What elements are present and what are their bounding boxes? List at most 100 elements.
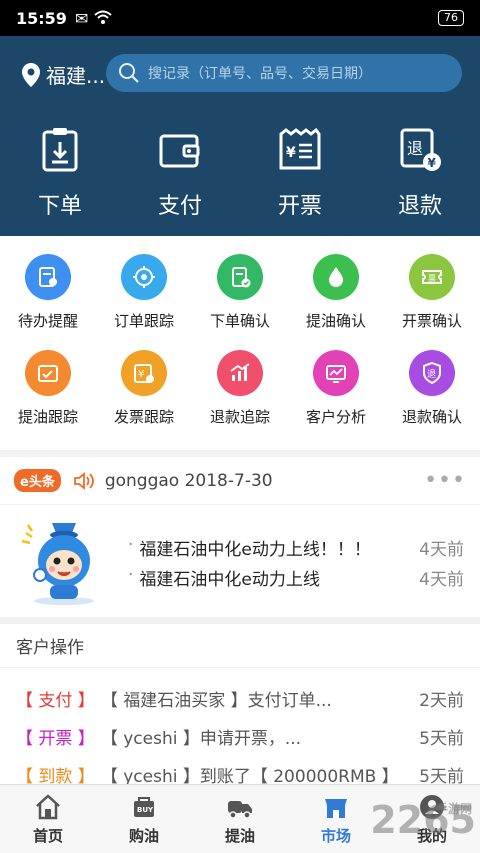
grid-item-refund-confirm[interactable]: 退 退款确认	[384, 350, 480, 427]
status-time: 15:59	[16, 8, 67, 28]
refund-confirm-icon: 退	[409, 350, 455, 396]
news-title: 福建石油中化e动力上线！！！	[139, 540, 371, 560]
grid-label: 退款追踪	[209, 408, 270, 426]
tab-pickup-oil[interactable]: 提油	[192, 785, 288, 853]
news-title: 福建石油中化e动力上线	[139, 570, 320, 590]
news-header: e头条 gonggao 2018-7-30 •••	[0, 457, 480, 505]
op-item[interactable]: 【 开票 】 【 yceshi 】申请开票，... 5天前	[16, 724, 464, 749]
grid-item-oil-track[interactable]: 提油跟踪	[0, 350, 96, 427]
svg-text:¥: ¥	[428, 156, 437, 170]
search-placeholder: 搜记录（订单号、品号、交易日期）	[148, 66, 372, 82]
svg-text:退: 退	[427, 369, 436, 380]
header: 福建... 搜记录（订单号、品号、交易日期） 下单 支付 ¥ 开票 退 ¥ 退款	[0, 36, 480, 236]
location-selector[interactable]: 福建...	[22, 60, 105, 89]
op-item[interactable]: 【 支付 】 【 福建石油买家 】支付订单... 2天前	[16, 686, 464, 711]
op-item[interactable]: 【 到款 】 【 yceshi 】到账了【 200000RMB 】 5天前	[16, 762, 464, 784]
battery-icon: 76	[438, 10, 464, 26]
oil-track-icon	[25, 350, 71, 396]
location-label: 福建...	[46, 64, 106, 88]
customer-ops-card: 客户操作 【 支付 】 【 福建石油买家 】支付订单... 2天前 【 开票 】…	[0, 624, 480, 784]
watermark-text: 手游网	[435, 802, 472, 816]
function-grid: 待办提醒 订单跟踪 下单确认 提油确认 票 开票确认 提油跟踪 ¥ 发票跟踪 退…	[0, 236, 480, 450]
invoice-track-icon: ¥	[121, 350, 167, 396]
action-pay-button[interactable]: 支付	[120, 126, 240, 220]
speaker-icon	[73, 471, 94, 490]
grid-label: 开票确认	[401, 312, 462, 330]
svg-text:票: 票	[428, 274, 436, 283]
op-time: 5天前	[419, 729, 464, 749]
news-item[interactable]: · 福建石油中化e动力上线！！！ 4天前	[128, 535, 464, 560]
truck-icon	[228, 800, 252, 819]
wallet-icon	[159, 134, 200, 168]
watermark: 2265 手游网	[370, 798, 476, 842]
action-pay-label: 支付	[157, 194, 202, 219]
buy-oil-icon: BUY	[134, 796, 154, 817]
bullet-icon: ·	[128, 535, 134, 555]
op-text: 【 福建石油买家 】支付订单...	[100, 691, 332, 711]
action-invoice-label: 开票	[277, 194, 322, 219]
grid-item-oil-confirm[interactable]: 提油确认	[288, 254, 384, 331]
bullet-icon: ·	[128, 565, 134, 585]
e-toutiao-logo: e头条	[14, 469, 61, 492]
tab-buy-oil[interactable]: BUY 购油	[96, 785, 192, 853]
action-refund-button[interactable]: 退 ¥ 退款	[360, 126, 480, 220]
mascot-image	[21, 523, 94, 605]
grid-label: 客户分析	[305, 408, 366, 426]
ticket-confirm-icon: 票	[409, 254, 455, 300]
track-icon	[121, 254, 167, 300]
op-tag: 【 开票 】	[16, 729, 95, 749]
invoice-icon: ¥	[279, 127, 321, 170]
svg-text:¥: ¥	[286, 145, 296, 161]
status-icons: ✉	[74, 8, 113, 28]
news-time: 4天前	[419, 540, 464, 560]
oil-drop-icon	[313, 254, 359, 300]
op-tag: 【 支付 】	[16, 691, 95, 711]
wifi-icon	[94, 9, 113, 28]
notice-text[interactable]: gonggao 2018-7-30	[105, 471, 273, 491]
grid-item-refund-track[interactable]: 退款追踪	[192, 350, 288, 427]
op-text: 【 yceshi 】到账了【 200000RMB 】	[100, 767, 399, 784]
action-order-label: 下单	[37, 194, 82, 219]
grid-label: 退款确认	[401, 408, 462, 426]
search-input[interactable]: 搜记录（订单号、品号、交易日期）	[106, 54, 462, 92]
grid-row-2: 提油跟踪 ¥ 发票跟踪 退款追踪 客户分析 退 退款确认	[0, 350, 480, 427]
market-icon	[325, 798, 347, 818]
tab-label: 提油	[224, 826, 255, 845]
grid-item-ticket-confirm[interactable]: 票 开票确认	[384, 254, 480, 331]
svg-text:¥: ¥	[138, 369, 144, 380]
action-order-button[interactable]: 下单	[0, 126, 120, 220]
svg-text:退: 退	[407, 139, 423, 158]
tab-label: 首页	[32, 826, 63, 845]
grid-label: 订单跟踪	[113, 312, 174, 330]
grid-item-invoice-track[interactable]: ¥ 发票跟踪	[96, 350, 192, 427]
op-time: 5天前	[419, 767, 464, 784]
op-text: 【 yceshi 】申请开票，...	[100, 729, 302, 749]
grid-label: 提油跟踪	[17, 408, 78, 426]
news-item[interactable]: · 福建石油中化e动力上线 4天前	[128, 565, 464, 590]
tab-label: 市场	[320, 826, 351, 845]
notification-icon: ✉	[74, 8, 89, 28]
order-confirm-icon	[217, 254, 263, 300]
grid-row-1: 待办提醒 订单跟踪 下单确认 提油确认 票 开票确认	[0, 254, 480, 331]
clipboard-download-icon	[42, 128, 78, 172]
grid-label: 发票跟踪	[113, 408, 174, 426]
grid-item-reminder[interactable]: 待办提醒	[0, 254, 96, 331]
grid-item-order-track[interactable]: 订单跟踪	[96, 254, 192, 331]
op-time: 2天前	[419, 691, 464, 711]
tab-label: 购油	[128, 826, 159, 845]
grid-item-order-confirm[interactable]: 下单确认	[192, 254, 288, 331]
grid-item-customer-analysis[interactable]: 客户分析	[288, 350, 384, 427]
more-icon[interactable]: •••	[424, 468, 466, 493]
location-pin-icon	[22, 62, 40, 87]
search-icon	[119, 63, 139, 83]
action-refund-label: 退款	[397, 194, 442, 219]
grid-label: 待办提醒	[17, 312, 78, 330]
tab-home[interactable]: 首页	[0, 785, 96, 853]
reminder-icon	[25, 254, 71, 300]
chart-icon	[217, 350, 263, 396]
news-card: e头条 gonggao 2018-7-30 ••• · 福建石油中化e动力上线！…	[0, 457, 480, 617]
op-tag: 【 到款 】	[16, 767, 95, 784]
action-invoice-button[interactable]: ¥ 开票	[240, 126, 360, 220]
refund-icon: 退¥	[400, 128, 441, 171]
analysis-icon	[313, 350, 359, 396]
